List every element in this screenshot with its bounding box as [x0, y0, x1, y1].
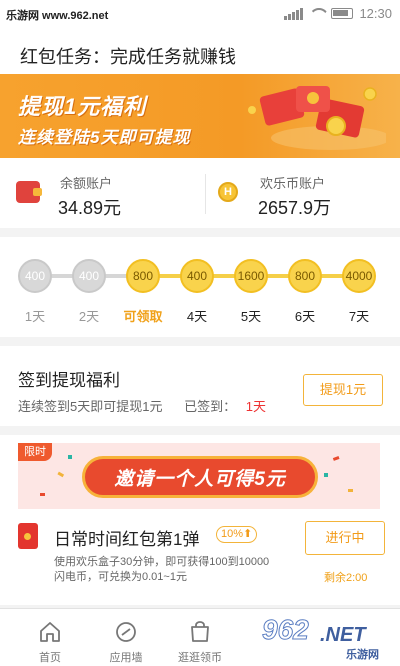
coin-account[interactable]: H 欢乐币账户 2657.9万 — [205, 158, 400, 228]
watermark-net: .NET — [320, 624, 366, 646]
checkin-day-2: 2天 — [78, 309, 100, 324]
clock: 12:30 — [359, 6, 392, 21]
checkin-coin-1: 400 — [18, 259, 52, 293]
wifi-icon — [309, 8, 325, 19]
signin-done-label: 已签到： — [184, 399, 237, 414]
task-name: 日常时间红包第1弹 — [54, 530, 200, 549]
coin-value: 2657.9万 — [258, 198, 332, 218]
checkin-day-7: 7天 — [348, 309, 370, 324]
watermark-text: 乐游网 www.962.net — [6, 10, 109, 22]
task-desc: 使用欢乐盒子30分钟，即可获得100到10000 闪电币，可兑换为0.01~1元 — [54, 555, 294, 585]
task-item: 日常时间红包第1弹 10%⬆ 使用欢乐盒子30分钟，即可获得100到10000 … — [0, 517, 400, 603]
time-remaining: 剩余2:00 — [324, 572, 368, 584]
red-packet-icon — [18, 523, 38, 549]
banner-headline: 提现1元福利 — [18, 94, 147, 119]
watermark-logo: 962 — [262, 614, 310, 646]
invite-card: 限时 邀请一个人可得5元 日常时间红包第1弹 10%⬆ 使用欢乐盒子30分钟，即… — [0, 435, 400, 605]
invite-banner[interactable]: 限时 邀请一个人可得5元 — [18, 443, 380, 509]
watermark-cn: 乐游网 — [346, 649, 379, 661]
banner-subline: 连续登陆5天即可提现 — [18, 128, 191, 147]
checkin-coin-6: 800 — [288, 259, 322, 293]
page-header: 红包任务：完成任务就赚钱 — [0, 30, 400, 74]
checkin-day-5: 5天 — [240, 309, 262, 324]
signin-desc: 连续签到5天即可提现1元 — [18, 399, 163, 414]
site-watermark: 962 .NET 乐游网 — [262, 612, 392, 662]
wallet-icon — [16, 181, 42, 203]
status-bar: 乐游网 www.962.net 12:30 — [0, 0, 400, 30]
coin-icon: H — [218, 182, 238, 202]
red-envelope-icon — [248, 86, 386, 150]
nav-shopping[interactable]: 逛逛领币 — [160, 609, 240, 666]
checkin-day-6: 6天 — [294, 309, 316, 324]
checkin-coin-5: 1600 — [234, 259, 268, 293]
checkin-progress: 400 400 800 400 1600 800 4000 1天 2天 可领取 … — [0, 237, 400, 337]
signin-desc-row: 连续签到5天即可提现1元 已签到： 1天 — [18, 396, 266, 415]
signin-title: 签到提现福利 — [18, 371, 120, 390]
signin-done-value: 1天 — [245, 399, 266, 414]
signal-icon — [284, 7, 304, 20]
checkin-day-1: 1天 — [24, 309, 46, 324]
task-desc-line-1: 使用欢乐盒子30分钟，即可获得100到10000 — [54, 556, 270, 568]
signin-card: 签到提现福利 连续签到5天即可提现1元 已签到： 1天 提现1元 — [0, 346, 400, 426]
task-desc-line-2: 闪电币，可兑换为0.01~1元 — [54, 571, 187, 583]
balance-value: 34.89元 — [58, 198, 122, 218]
withdraw-button[interactable]: 提现1元 — [303, 374, 383, 406]
withdraw-banner[interactable]: 提现1元福利 连续登陆5天即可提现 — [0, 74, 400, 158]
nav-shopping-label: 逛逛领币 — [178, 652, 222, 664]
home-icon — [40, 622, 60, 642]
invite-text: 邀请一个人可得5元 — [114, 469, 286, 490]
checkin-claim-link[interactable]: 可领取 — [113, 306, 173, 325]
app-wall-icon — [116, 622, 136, 642]
shopping-bag-icon — [191, 621, 209, 642]
balance-label: 余额账户 — [60, 176, 113, 191]
nav-app-wall[interactable]: 应用墙 — [86, 609, 166, 666]
nav-home-label: 首页 — [39, 652, 61, 664]
nav-home[interactable]: 首页 — [10, 609, 90, 666]
checkin-coin-3[interactable]: 800 — [126, 259, 160, 293]
checkin-coin-2: 400 — [72, 259, 106, 293]
coin-label: 欢乐币账户 — [260, 176, 326, 191]
page-title: 红包任务：完成任务就赚钱 — [20, 47, 236, 67]
checkin-coin-4: 400 — [180, 259, 214, 293]
in-progress-button[interactable]: 进行中 — [305, 521, 385, 555]
checkin-day-4: 4天 — [186, 309, 208, 324]
limited-tag: 限时 — [18, 443, 52, 461]
battery-icon — [331, 8, 354, 19]
checkin-coin-7: 4000 — [342, 259, 376, 293]
balance-account[interactable]: 余额账户 34.89元 — [0, 158, 205, 228]
account-summary: 余额账户 34.89元 H 欢乐币账户 2657.9万 — [0, 158, 400, 228]
nav-app-wall-label: 应用墙 — [109, 652, 143, 664]
bonus-chip: 10%⬆ — [216, 526, 258, 543]
